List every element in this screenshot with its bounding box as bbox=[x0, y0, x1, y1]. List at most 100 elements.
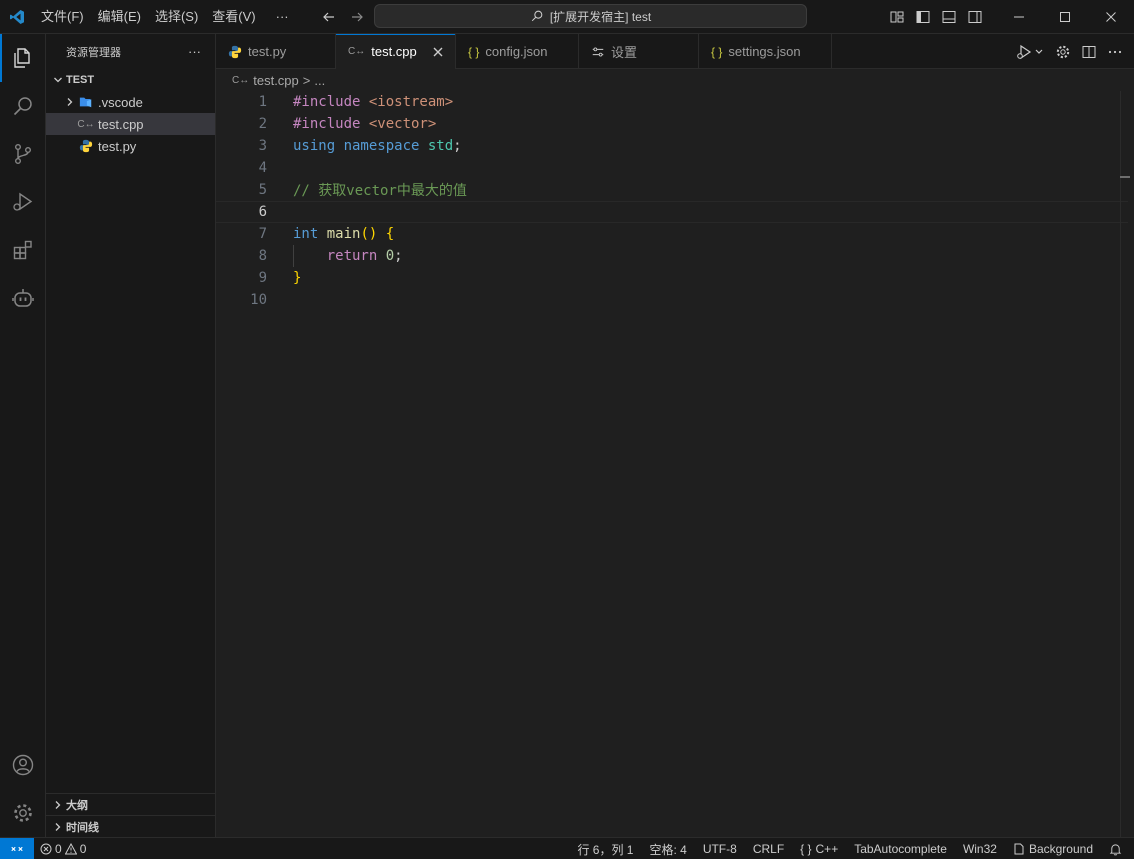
command-center-label: [扩展开发宿主] test bbox=[549, 9, 652, 24]
workspace-root-label: TEST bbox=[66, 74, 95, 86]
run-debug-dropdown-icon[interactable] bbox=[1014, 41, 1048, 63]
run-debug-icon[interactable] bbox=[0, 178, 46, 226]
code-line[interactable]: 2 #include <vector> bbox=[216, 113, 1128, 135]
minimize-icon[interactable] bbox=[996, 0, 1042, 34]
code-line[interactable]: 1 #include <iostream> bbox=[216, 91, 1128, 113]
background-item[interactable]: Background bbox=[1005, 838, 1101, 859]
breadcrumb-separator: > bbox=[302, 72, 311, 88]
code-text: } bbox=[293, 270, 301, 286]
code-line[interactable]: 9} bbox=[216, 267, 1128, 289]
toggle-primary-sidebar-icon[interactable] bbox=[910, 4, 936, 30]
breadcrumb-more[interactable]: ... bbox=[314, 73, 325, 88]
search-icon[interactable] bbox=[0, 82, 46, 130]
tab-autocomplete[interactable]: TabAutocomplete bbox=[846, 838, 955, 859]
close-tab-icon[interactable] bbox=[433, 44, 443, 60]
more-actions-icon[interactable] bbox=[1104, 41, 1126, 63]
indent-guide bbox=[293, 245, 294, 267]
language-mode[interactable]: { } C++ bbox=[792, 838, 846, 859]
vscode-folder-icon bbox=[78, 94, 94, 110]
code-line[interactable]: 7 int main() { bbox=[216, 223, 1128, 245]
editor-actions bbox=[1014, 34, 1134, 69]
tab-settings[interactable]: 设置 bbox=[579, 34, 699, 69]
code-line[interactable]: 3 using namespace std; bbox=[216, 135, 1128, 157]
tree-item-test-py[interactable]: test.py bbox=[46, 135, 215, 157]
cpp-icon: C↔ bbox=[348, 46, 366, 57]
tree-item-test-cpp[interactable]: C↔ test.cpp bbox=[46, 113, 215, 135]
error-icon bbox=[40, 843, 52, 854]
source-control-icon[interactable] bbox=[0, 130, 46, 178]
tab-config-json[interactable]: { } config.json bbox=[456, 34, 579, 69]
vertical-scrollbar[interactable] bbox=[1120, 91, 1134, 837]
menu-more[interactable]: ··· bbox=[269, 0, 296, 34]
tab-label: settings.json bbox=[728, 44, 801, 59]
line-number: 6 bbox=[258, 204, 267, 220]
split-editor-icon[interactable] bbox=[1078, 41, 1100, 63]
status-bar-right: 行 6，列 1 空格: 4 UTF-8 CRLF { } C++ TabAuto… bbox=[569, 838, 1134, 859]
notifications-bell-icon[interactable] bbox=[1101, 838, 1134, 859]
gear-icon[interactable] bbox=[1052, 41, 1074, 63]
tab-settings-json[interactable]: { } settings.json bbox=[699, 34, 832, 69]
toggle-secondary-sidebar-icon[interactable] bbox=[962, 4, 988, 30]
customize-layout-icon[interactable] bbox=[884, 4, 910, 30]
encoding[interactable]: UTF-8 bbox=[695, 838, 745, 859]
cursor-position[interactable]: 行 6，列 1 bbox=[569, 838, 641, 859]
forward-arrow-icon[interactable] bbox=[346, 6, 368, 28]
tree-item-vscode[interactable]: .vscode bbox=[46, 91, 215, 113]
code-line[interactable]: 6 bbox=[216, 201, 1128, 223]
code-editor[interactable]: 1 #include <iostream> 2 #include <vector> 3 u… bbox=[216, 91, 1134, 837]
menu-bar: 文件(F) 编辑(E) 选择(S) 查看(V) ··· bbox=[34, 0, 296, 34]
tree-item-label: test.cpp bbox=[98, 116, 144, 132]
platform[interactable]: Win32 bbox=[955, 838, 1005, 859]
workspace-root[interactable]: TEST bbox=[46, 69, 215, 91]
outline-section[interactable]: 大纲 bbox=[46, 793, 216, 815]
maximize-icon[interactable] bbox=[1042, 0, 1088, 34]
indentation[interactable]: 空格: 4 bbox=[641, 838, 694, 859]
menu-edit[interactable]: 编辑(E) bbox=[91, 0, 148, 34]
explorer-icon[interactable] bbox=[0, 34, 46, 82]
vscode-logo-icon[interactable] bbox=[0, 0, 34, 34]
timeline-section[interactable]: 时间线 bbox=[46, 815, 216, 837]
manage-gear-icon[interactable] bbox=[0, 789, 46, 837]
menu-file[interactable]: 文件(F) bbox=[34, 0, 91, 34]
json-icon: { } bbox=[468, 44, 480, 59]
extensions-icon[interactable] bbox=[0, 226, 46, 274]
code-line[interactable]: 8 return 0; bbox=[216, 245, 1128, 267]
code-token: { bbox=[385, 226, 395, 242]
menu-view[interactable]: 查看(V) bbox=[205, 0, 262, 34]
activity-bar bbox=[0, 34, 46, 837]
code-line[interactable]: 10 bbox=[216, 289, 1128, 311]
python-file-icon bbox=[78, 138, 94, 154]
error-count: 0 bbox=[55, 841, 62, 856]
code-token: std bbox=[427, 138, 454, 154]
code-line[interactable]: 5 // 获取vector中最大的值 bbox=[216, 179, 1128, 201]
back-arrow-icon[interactable] bbox=[318, 6, 340, 28]
code-line[interactable]: 4 bbox=[216, 157, 1128, 179]
sidebar-more-button[interactable]: ··· bbox=[188, 44, 201, 59]
language-braces-icon: { } bbox=[800, 842, 812, 856]
code-token: <iostream> bbox=[368, 94, 454, 110]
breadcrumb-file[interactable]: test.cpp bbox=[253, 73, 299, 88]
line-number: 4 bbox=[258, 160, 267, 176]
chevron-down-icon bbox=[50, 72, 66, 88]
background-label: Background bbox=[1028, 842, 1093, 856]
remote-indicator-icon[interactable] bbox=[0, 837, 34, 859]
code-token: 0 bbox=[385, 248, 395, 264]
menu-selection[interactable]: 选择(S) bbox=[148, 0, 205, 34]
problems-indicator[interactable]: 0 0 bbox=[34, 842, 86, 856]
code-token: // 获取vector中最大的值 bbox=[293, 183, 467, 199]
code-token: int bbox=[293, 226, 327, 242]
code-token: #include bbox=[293, 116, 369, 132]
command-center[interactable]: [扩展开发宿主] test bbox=[374, 4, 807, 28]
toggle-panel-icon[interactable] bbox=[936, 4, 962, 30]
tab-test-cpp[interactable]: C↔ test.cpp bbox=[336, 34, 456, 69]
code-text: int main() { bbox=[293, 226, 394, 242]
settings-icon bbox=[592, 47, 604, 56]
tab-test-py[interactable]: test.py bbox=[216, 34, 336, 69]
end-of-line[interactable]: CRLF bbox=[745, 838, 792, 859]
cpp-icon: C↔ bbox=[232, 74, 250, 86]
accounts-icon[interactable] bbox=[0, 741, 46, 789]
close-window-icon[interactable] bbox=[1088, 0, 1134, 34]
copilot-icon[interactable] bbox=[0, 274, 46, 322]
